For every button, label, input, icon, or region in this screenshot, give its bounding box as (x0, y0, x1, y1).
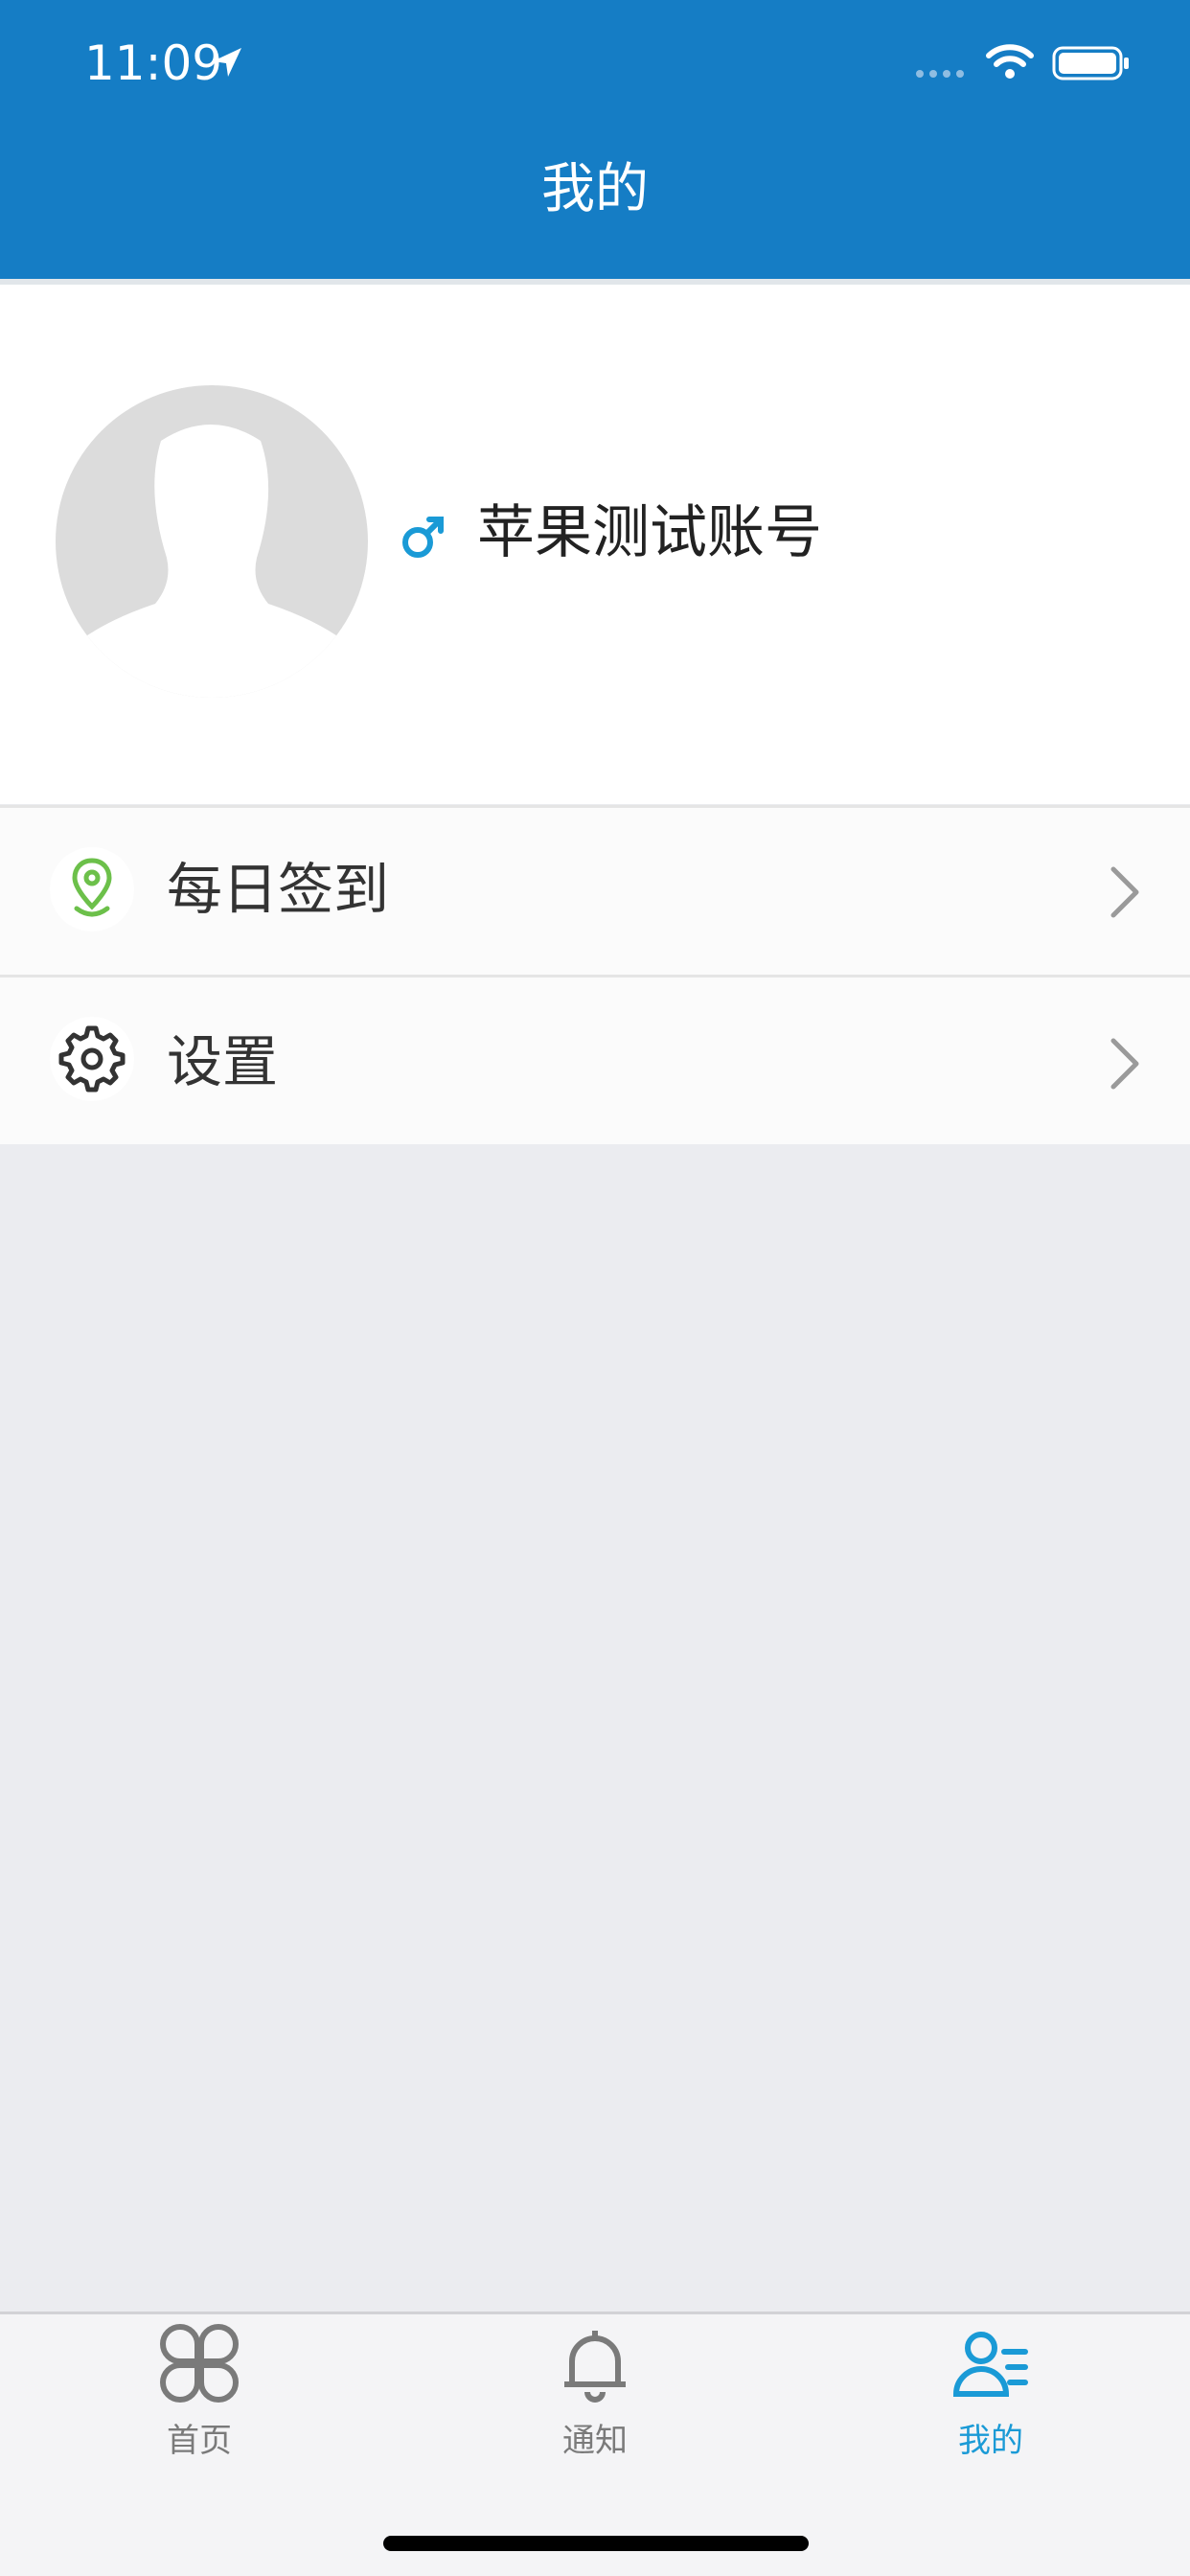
avatar[interactable] (56, 385, 368, 698)
tab-label-home: 首页 (167, 2422, 232, 2460)
home-indicator (383, 2536, 809, 2551)
gear-icon (50, 1017, 134, 1101)
bell-icon (564, 2331, 626, 2403)
chevron-right-icon (1110, 866, 1139, 918)
tab-label-notifications: 通知 (562, 2422, 628, 2460)
username: 苹果测试账号 (477, 499, 822, 566)
chevron-right-icon (1110, 1038, 1139, 1090)
menu-label-daily-checkin: 每日签到 (167, 857, 390, 922)
page-title: 我的 (541, 158, 649, 220)
battery-icon (1052, 46, 1129, 80)
tab-label-mine: 我的 (958, 2422, 1023, 2460)
location-arrow-icon (213, 48, 241, 77)
user-list-icon (952, 2332, 1028, 2397)
male-gender-icon (399, 512, 448, 562)
location-pin-icon (50, 847, 134, 932)
default-avatar-icon (73, 425, 351, 698)
cellular-signal-icon (916, 70, 964, 78)
status-time: 11:09 (84, 35, 223, 91)
menu-label-settings: 设置 (167, 1029, 279, 1094)
clover-grid-icon (160, 2324, 239, 2403)
wifi-icon (986, 44, 1034, 79)
